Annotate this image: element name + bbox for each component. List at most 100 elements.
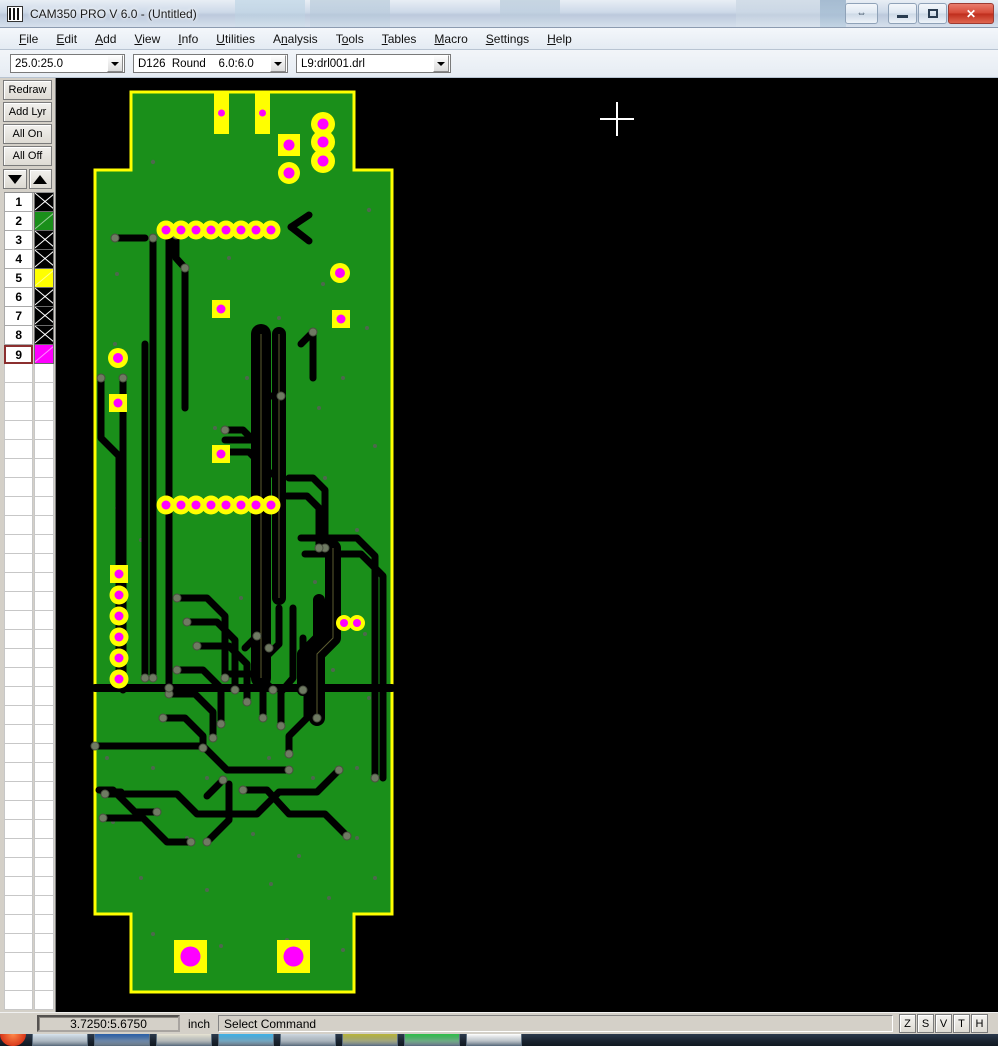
all-on-button[interactable]: All On — [3, 124, 52, 144]
layer-row-empty[interactable] — [4, 953, 54, 972]
layer-row-empty[interactable] — [4, 839, 54, 858]
layer-number[interactable]: 6 — [4, 288, 34, 307]
layer-row-empty[interactable] — [4, 440, 54, 459]
layer-row-1[interactable]: 1 — [4, 193, 54, 212]
menu-item-analysis[interactable]: Analysis — [264, 30, 327, 48]
layer-color-swatch[interactable] — [34, 345, 54, 364]
layer-row-empty[interactable] — [4, 421, 54, 440]
menu-item-view[interactable]: View — [125, 30, 169, 48]
layer-color-swatch[interactable] — [34, 269, 54, 288]
menu-item-macro[interactable]: Macro — [425, 30, 476, 48]
layer-row-empty[interactable] — [4, 801, 54, 820]
view-mode-button[interactable]: V — [935, 1014, 952, 1033]
command-prompt[interactable]: Select Command — [218, 1015, 893, 1032]
layer-row-empty[interactable] — [4, 554, 54, 573]
layer-row-empty[interactable] — [4, 478, 54, 497]
layer-row-empty[interactable] — [4, 972, 54, 991]
active-layer-dropdown[interactable]: L9:drl001.drl — [296, 54, 451, 73]
layer-number[interactable]: 8 — [4, 326, 34, 345]
layer-row-2[interactable]: 2 — [4, 212, 54, 231]
layer-row-empty[interactable] — [4, 364, 54, 383]
taskbar-item-3[interactable] — [156, 1034, 212, 1046]
layer-row-empty[interactable] — [4, 630, 54, 649]
all-off-button[interactable]: All Off — [3, 146, 52, 166]
layer-color-swatch[interactable] — [34, 231, 54, 250]
grid-size-dropdown[interactable]: 25.0:25.0 — [10, 54, 125, 73]
layer-row-9[interactable]: 9 — [4, 345, 54, 364]
taskbar-item-2[interactable] — [94, 1034, 150, 1046]
menu-item-settings[interactable]: Settings — [477, 30, 538, 48]
layer-number[interactable]: 7 — [4, 307, 34, 326]
layer-row-empty[interactable] — [4, 877, 54, 896]
layer-row-6[interactable]: 6 — [4, 288, 54, 307]
menu-item-help[interactable]: Help — [538, 30, 581, 48]
layer-row-8[interactable]: 8 — [4, 326, 54, 345]
taskbar-item-4[interactable] — [218, 1034, 274, 1046]
layer-row-empty[interactable] — [4, 459, 54, 478]
layer-row-empty[interactable] — [4, 934, 54, 953]
layer-row-4[interactable]: 4 — [4, 250, 54, 269]
layer-row-empty[interactable] — [4, 782, 54, 801]
layer-number[interactable]: 1 — [4, 193, 34, 212]
layer-color-swatch[interactable] — [34, 288, 54, 307]
chevron-down-icon[interactable] — [433, 55, 449, 72]
layer-row-empty[interactable] — [4, 687, 54, 706]
layer-row-7[interactable]: 7 — [4, 307, 54, 326]
layer-scroll-up-button[interactable] — [28, 169, 52, 189]
layer-row-empty[interactable] — [4, 991, 54, 1010]
layer-row-empty[interactable] — [4, 649, 54, 668]
layer-row-empty[interactable] — [4, 402, 54, 421]
layer-row-empty[interactable] — [4, 611, 54, 630]
layer-number[interactable]: 4 — [4, 250, 34, 269]
layer-row-empty[interactable] — [4, 858, 54, 877]
layer-color-swatch[interactable] — [34, 307, 54, 326]
pcb-canvas[interactable] — [57, 78, 998, 1012]
layer-row-3[interactable]: 3 — [4, 231, 54, 250]
layer-row-empty[interactable] — [4, 516, 54, 535]
help-mode-button[interactable]: H — [971, 1014, 988, 1033]
menu-item-file[interactable]: File — [10, 30, 47, 48]
taskbar-item-1[interactable] — [32, 1034, 88, 1046]
start-button[interactable] — [0, 1034, 26, 1046]
layer-color-swatch[interactable] — [34, 193, 54, 212]
menu-item-edit[interactable]: Edit — [47, 30, 86, 48]
minimize-button[interactable] — [888, 3, 917, 24]
layer-row-empty[interactable] — [4, 668, 54, 687]
redraw-button[interactable]: Redraw — [3, 80, 52, 100]
layer-number[interactable]: 5 — [4, 269, 34, 288]
layer-row-empty[interactable] — [4, 763, 54, 782]
chevron-down-icon[interactable] — [107, 55, 123, 72]
menu-item-tools[interactable]: Tools — [327, 30, 373, 48]
layer-color-swatch[interactable] — [34, 326, 54, 345]
add-layer-button[interactable]: Add Lyr — [3, 102, 52, 122]
layer-row-5[interactable]: 5 — [4, 269, 54, 288]
menu-item-info[interactable]: Info — [169, 30, 207, 48]
layer-row-empty[interactable] — [4, 896, 54, 915]
menu-item-tables[interactable]: Tables — [373, 30, 426, 48]
chevron-down-icon[interactable] — [270, 55, 286, 72]
taskbar-item-6[interactable] — [342, 1034, 398, 1046]
menu-item-add[interactable]: Add — [86, 30, 125, 48]
layer-number[interactable]: 3 — [4, 231, 34, 250]
layer-number[interactable]: 2 — [4, 212, 34, 231]
layer-row-empty[interactable] — [4, 744, 54, 763]
layer-scroll-down-button[interactable] — [3, 169, 27, 189]
layer-row-empty[interactable] — [4, 915, 54, 934]
close-button[interactable]: ✕ — [948, 3, 994, 24]
window-title-bar[interactable]: CAM350 PRO V 6.0 - (Untitled) ⇔ ✕ — [0, 0, 998, 28]
taskbar-item-8[interactable] — [466, 1034, 522, 1046]
layer-row-empty[interactable] — [4, 820, 54, 839]
restore-arrow-icon[interactable]: ⇔ — [845, 3, 878, 24]
taskbar-item-5[interactable] — [280, 1034, 336, 1046]
layer-row-empty[interactable] — [4, 725, 54, 744]
text-mode-button[interactable]: T — [953, 1014, 970, 1033]
layer-color-swatch[interactable] — [34, 250, 54, 269]
layer-row-empty[interactable] — [4, 573, 54, 592]
layer-row-empty[interactable] — [4, 497, 54, 516]
layer-row-empty[interactable] — [4, 592, 54, 611]
dcode-dropdown[interactable]: D126 Round 6.0:6.0 — [133, 54, 288, 73]
layer-row-empty[interactable] — [4, 706, 54, 725]
snap-mode-button[interactable]: S — [917, 1014, 934, 1033]
taskbar-item-7[interactable] — [404, 1034, 460, 1046]
maximize-button[interactable] — [918, 3, 947, 24]
